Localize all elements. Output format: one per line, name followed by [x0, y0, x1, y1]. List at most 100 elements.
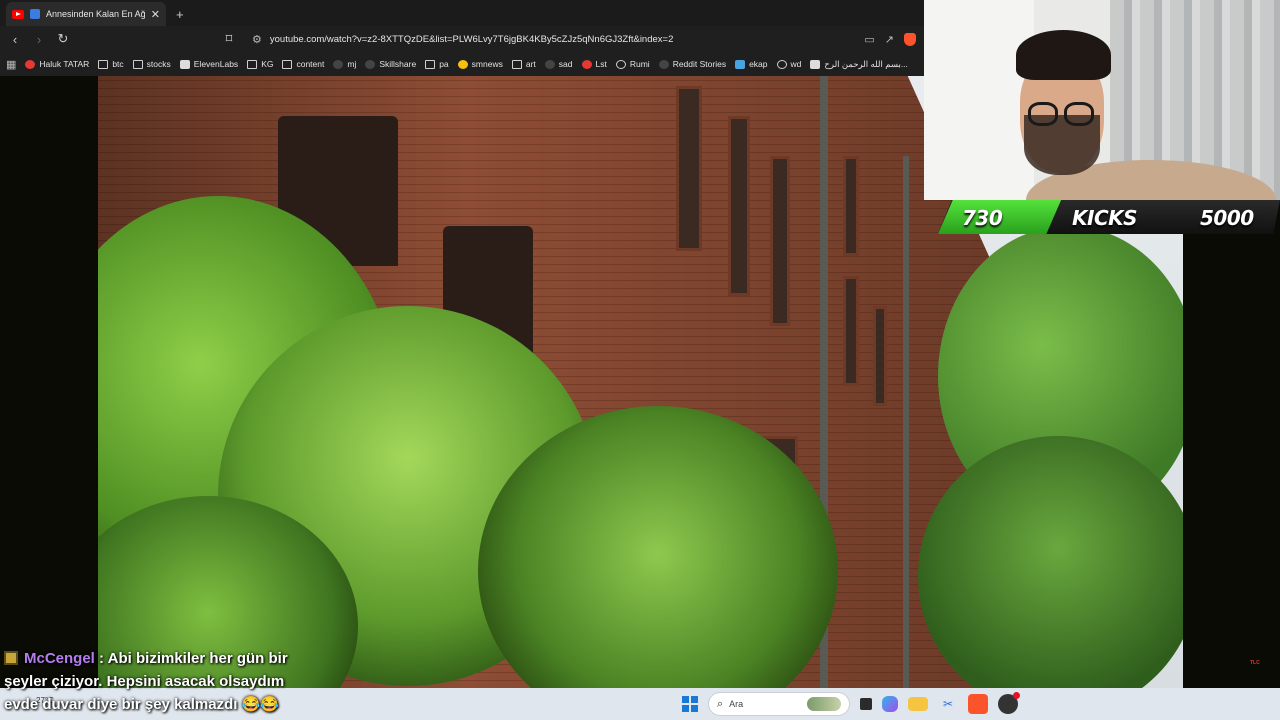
notification-dot: [1013, 692, 1020, 699]
bookmark-label: art: [525, 59, 536, 69]
bookmark-label: Skillshare: [379, 59, 417, 69]
url-text[interactable]: youtube.com/watch?v=z2-8XTTQzDE&list=PLW…: [270, 34, 849, 45]
page-icon: [810, 59, 821, 69]
bookmark-item[interactable]: ElevenLabs: [179, 59, 239, 69]
streamer: [1006, 30, 1276, 200]
kicks-current: 730: [962, 206, 1003, 230]
bookmark-label: sad: [558, 59, 573, 69]
file-explorer-icon[interactable]: [908, 697, 928, 711]
kicks-goal: 5000: [1200, 206, 1254, 230]
share-icon[interactable]: ↗: [885, 33, 894, 46]
address-bar[interactable]: ⚙ youtube.com/watch?v=z2-8XTTQzDE&list=P…: [246, 28, 855, 50]
v-icon: [544, 59, 555, 69]
bookmark-item[interactable]: Rumi: [615, 59, 650, 69]
bookmark-item[interactable]: KG: [247, 59, 273, 69]
window: [770, 156, 790, 326]
chat-separator: :: [99, 650, 105, 667]
tab-strip: Annesinden Kalan En Ağır Mi ✕ +: [0, 0, 924, 26]
snipping-tool-icon[interactable]: ✂: [938, 694, 958, 714]
bookmark-label: wd: [790, 59, 802, 69]
kicks-goal-bar: 730 KICKS 5000: [938, 200, 1280, 234]
webcam-feed: [924, 0, 1280, 200]
globe-icon: [615, 59, 626, 69]
folder-icon: [247, 59, 258, 69]
elevenlabs-icon: [179, 59, 190, 69]
youtube-icon: [25, 59, 36, 69]
folder-icon: [511, 59, 522, 69]
skillshare-icon: [365, 59, 376, 69]
close-tab-icon[interactable]: ✕: [151, 8, 160, 21]
forward-button[interactable]: ›: [32, 32, 46, 47]
brave-browser-icon[interactable]: [968, 694, 988, 714]
tab-title: Annesinden Kalan En Ağır Mi: [46, 9, 145, 19]
browser-toolbar: ‹ › ↻ ⌑ ⚙ youtube.com/watch?v=z2-8XTTQzD…: [0, 26, 924, 52]
window: [843, 276, 859, 386]
bookmark-label: بسم الله الرحمن الرح...: [824, 58, 908, 69]
channel-watermark: TLC: [1250, 660, 1260, 666]
window: [728, 116, 750, 296]
bookmark-label: Lst: [595, 59, 607, 69]
browser-window: Annesinden Kalan En Ağır Mi ✕ + ‹ › ↻ ⌑ …: [0, 0, 924, 76]
bookmark-item[interactable]: Haluk TATAR: [25, 59, 89, 69]
bookmark-item[interactable]: smnews: [457, 59, 503, 69]
windows-start-icon[interactable]: [682, 696, 698, 712]
bookmark-label: mj: [347, 59, 357, 69]
glasses-lens: [1028, 102, 1058, 126]
search-icon: ⌕: [717, 697, 724, 710]
glasses-lens: [1064, 102, 1094, 126]
site-info-icon[interactable]: ⚙: [252, 33, 262, 46]
bookmark-item[interactable]: stocks: [132, 59, 171, 69]
bookmark-label: KG: [261, 59, 274, 69]
apps-grid-icon[interactable]: ▦: [6, 58, 16, 71]
bookmark-label: smnews: [471, 59, 503, 69]
bookmark-label: btc: [112, 59, 124, 69]
taskbar-search[interactable]: ⌕ Ara: [708, 692, 850, 716]
bookmark-label: Haluk TATAR: [39, 59, 90, 69]
bookmark-label: content: [296, 59, 325, 69]
bookmark-item[interactable]: pa: [425, 59, 449, 69]
bookmark-label: stocks: [146, 59, 171, 69]
bookmark-label: Reddit Stories: [672, 59, 727, 69]
folder-icon: [132, 59, 143, 69]
new-tab-button[interactable]: +: [176, 7, 184, 22]
chat-message: McCengel : Abi bizimkiler her gün bir şe…: [4, 647, 304, 716]
bookmark-item[interactable]: btc: [98, 59, 124, 69]
bookmark-label: ElevenLabs: [193, 59, 239, 69]
bookmark-label: ekap: [749, 59, 768, 69]
bookmark-item[interactable]: mj: [333, 59, 356, 69]
bookmark-item[interactable]: wd: [776, 59, 802, 69]
bookmark-item[interactable]: art: [511, 59, 536, 69]
youtube-icon: [12, 9, 24, 19]
chat-badge-icon: [4, 651, 18, 665]
streamer-hair: [1016, 30, 1111, 80]
wd-icon: [776, 59, 787, 69]
folder-icon: [282, 59, 293, 69]
s-icon: [581, 59, 592, 69]
bookmark-item[interactable]: content: [282, 59, 324, 69]
cast-icon[interactable]: ▭: [864, 33, 874, 46]
window: [843, 156, 859, 256]
bookmark-item[interactable]: Reddit Stories: [658, 59, 727, 69]
bookmark-item[interactable]: sad: [544, 59, 573, 69]
bookmarks-bar: ▦ Haluk TATAR btc stocks ElevenLabs KG c…: [0, 52, 924, 76]
back-button[interactable]: ‹: [8, 32, 22, 47]
reload-button[interactable]: ↻: [56, 31, 70, 47]
github-icon: [333, 59, 344, 69]
bookmark-item[interactable]: ekap: [735, 59, 768, 69]
brave-shields-icon[interactable]: [904, 32, 916, 46]
drain-pipe: [903, 156, 909, 688]
search-placeholder: Ara: [729, 699, 744, 709]
bookmark-icon[interactable]: ⌑: [222, 31, 236, 47]
copilot-icon[interactable]: [882, 696, 898, 712]
task-view-icon[interactable]: [860, 698, 872, 710]
obs-icon[interactable]: [998, 692, 1020, 714]
search-highlight-image: [807, 697, 841, 711]
tab-youtube-video[interactable]: Annesinden Kalan En Ağır Mi ✕: [6, 2, 166, 26]
window: [676, 86, 702, 251]
bookmark-item[interactable]: Lst: [581, 59, 607, 69]
bookmark-item[interactable]: Skillshare: [365, 59, 416, 69]
folder-icon: [425, 59, 436, 69]
folder-icon: [98, 59, 109, 69]
window: [873, 306, 887, 406]
bookmark-item[interactable]: بسم الله الرحمن الرح...: [810, 59, 908, 70]
